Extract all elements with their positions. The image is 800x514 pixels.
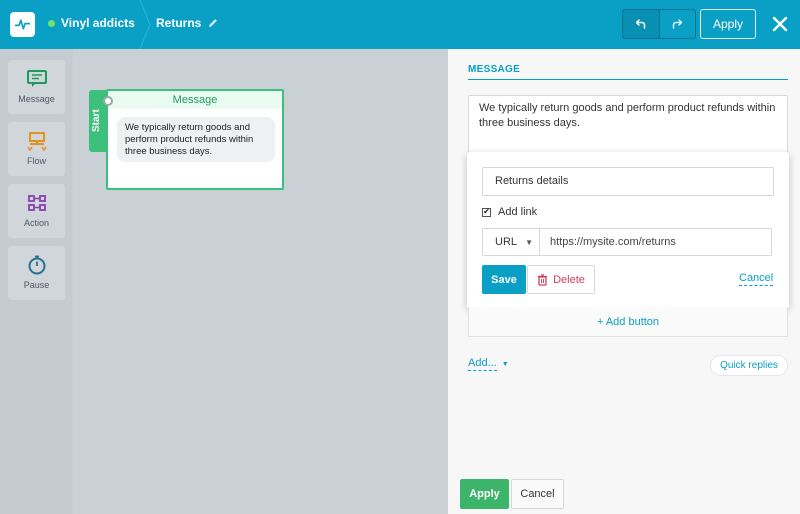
pause-timer-icon bbox=[28, 255, 45, 275]
add-link-label: Add link bbox=[498, 206, 538, 218]
start-label: Start bbox=[91, 109, 102, 132]
node-title: Message bbox=[108, 91, 282, 109]
caret-down-icon: ▼ bbox=[501, 360, 509, 368]
message-node[interactable]: Message We typically return goods and pe… bbox=[103, 89, 284, 190]
flow-icon bbox=[26, 132, 47, 151]
page-title-label: Returns bbox=[156, 16, 202, 30]
editor-panel: MESSAGE We typically return goods and pe… bbox=[448, 49, 800, 514]
top-bar: Vinyl addicts Returns Apply bbox=[0, 0, 800, 49]
tool-message[interactable]: Message bbox=[8, 60, 65, 114]
page-title[interactable]: Returns bbox=[156, 16, 219, 30]
cancel-button[interactable]: Cancel bbox=[511, 479, 564, 509]
pencil-icon[interactable] bbox=[207, 17, 219, 29]
trash-icon bbox=[538, 273, 548, 286]
bot-name[interactable]: Vinyl addicts bbox=[48, 16, 135, 30]
undo-icon bbox=[635, 19, 645, 29]
link-row: URL ▼ https://mysite.com/returns bbox=[482, 228, 772, 256]
add-link-option[interactable]: ✔ Add link bbox=[482, 206, 537, 218]
add-button[interactable]: + Add button bbox=[468, 307, 788, 337]
tool-message-label: Message bbox=[18, 94, 55, 104]
add-link-checkbox[interactable]: ✔ bbox=[482, 207, 491, 217]
button-title-input[interactable]: Returns details bbox=[482, 167, 774, 196]
message-icon bbox=[26, 70, 47, 87]
pulse-icon bbox=[14, 19, 31, 30]
action-icon bbox=[27, 195, 46, 211]
tool-flow-label: Flow bbox=[26, 156, 46, 166]
link-type-value: URL bbox=[495, 236, 518, 248]
caret-down-icon: ▼ bbox=[525, 237, 533, 247]
tool-action[interactable]: Action bbox=[8, 184, 65, 238]
link-type-select[interactable]: URL ▼ bbox=[483, 229, 540, 255]
node-input-port[interactable] bbox=[103, 96, 113, 106]
node-message-bubble: We typically return goods and perform pr… bbox=[117, 117, 275, 162]
apply-button[interactable]: Apply bbox=[460, 479, 509, 509]
status-dot bbox=[48, 19, 55, 27]
close-icon bbox=[772, 16, 788, 32]
add-menu[interactable]: Add... ▼ bbox=[468, 357, 509, 371]
section-divider bbox=[468, 79, 788, 80]
close-button[interactable] bbox=[768, 10, 792, 38]
tool-flow[interactable]: Flow bbox=[8, 122, 65, 176]
save-button[interactable]: Save bbox=[482, 265, 526, 294]
link-url-input[interactable]: https://mysite.com/returns bbox=[540, 229, 771, 255]
bot-name-label: Vinyl addicts bbox=[61, 16, 135, 30]
popup-cancel-link[interactable]: Cancel bbox=[739, 272, 774, 286]
undo-button[interactable] bbox=[623, 10, 659, 38]
redo-button[interactable] bbox=[658, 10, 695, 38]
undo-redo-group bbox=[622, 9, 696, 39]
quick-replies-button[interactable]: Quick replies bbox=[710, 355, 788, 376]
app-logo[interactable] bbox=[10, 12, 35, 37]
breadcrumb-separator-icon bbox=[139, 0, 151, 49]
tool-palette: Message Flow Action Pause bbox=[0, 49, 73, 514]
redo-icon bbox=[673, 19, 683, 29]
tool-pause-label: Pause bbox=[23, 280, 50, 290]
tool-pause[interactable]: Pause bbox=[8, 246, 65, 300]
header-apply-button[interactable]: Apply bbox=[700, 9, 756, 39]
message-textarea[interactable]: We typically return goods and perform pr… bbox=[468, 95, 788, 153]
button-editor-popup: Returns details ✔ Add link URL ▼ https:/… bbox=[467, 152, 789, 309]
add-menu-label: Add... bbox=[468, 357, 497, 371]
section-title: MESSAGE bbox=[468, 64, 521, 75]
tool-action-label: Action bbox=[23, 218, 49, 228]
delete-button[interactable]: Delete bbox=[527, 265, 595, 294]
delete-label: Delete bbox=[553, 273, 585, 286]
